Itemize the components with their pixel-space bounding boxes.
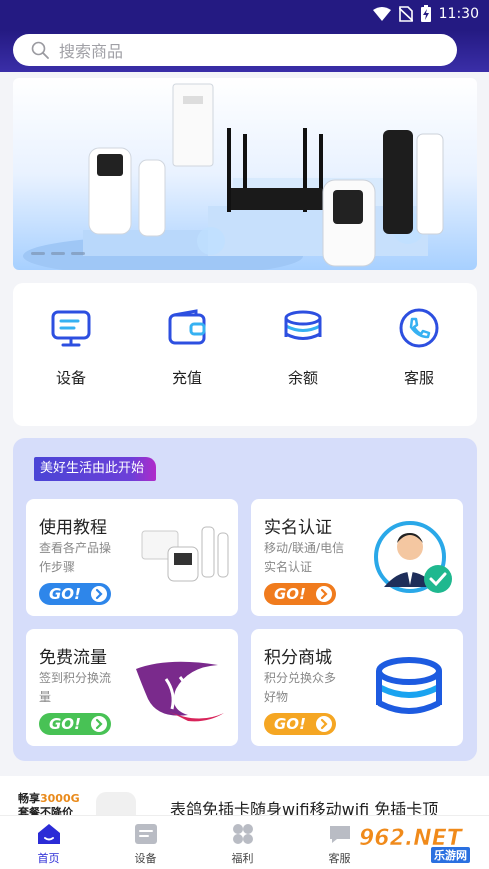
card-points-mall[interactable]: 积分商城 积分兑换众多好物 GO! (251, 629, 463, 746)
watermark-logo: 962.NET 乐游网 (357, 821, 487, 867)
battery-charging-icon (420, 5, 431, 22)
banner-carousel[interactable] (13, 78, 477, 270)
device-icon (134, 824, 157, 844)
tab-welfare[interactable]: 福利 (194, 822, 291, 866)
chevron-right-icon (316, 586, 332, 602)
home-icon (37, 824, 60, 844)
card-subtitle: 积分兑换众多好物 (264, 671, 337, 704)
signal-wings-icon (136, 661, 224, 722)
go-button[interactable]: GO! (264, 583, 336, 605)
quick-action-service[interactable]: 客服 (361, 307, 477, 388)
wallet-icon (168, 309, 206, 345)
carousel-dots (31, 252, 85, 255)
card-verification[interactable]: 实名认证 移动/联通/电信实名认证 GO! (251, 499, 463, 616)
tab-home[interactable]: 首页 (0, 822, 97, 866)
chat-icon (329, 826, 350, 843)
monitor-icon (51, 310, 91, 347)
tab-label: 福利 (231, 852, 254, 865)
search-placeholder: 搜索商品 (59, 42, 124, 61)
go-button[interactable]: GO! (264, 713, 336, 735)
chevron-right-icon (91, 586, 107, 602)
quick-action-label: 充值 (171, 369, 202, 387)
go-label: GO! (274, 585, 306, 603)
quick-action-label: 设备 (55, 369, 86, 387)
user-verified-icon (374, 521, 452, 593)
search-input[interactable]: 搜索商品 (13, 34, 457, 66)
go-label: GO! (49, 715, 81, 733)
quick-actions: 设备 充值 余额 客服 (13, 283, 477, 426)
card-title: 实名认证 (264, 518, 332, 538)
no-sim-icon (398, 5, 413, 22)
go-button[interactable]: GO! (39, 583, 111, 605)
tab-label: 设备 (134, 852, 157, 865)
quick-action-label: 客服 (403, 369, 434, 387)
status-bar: 11:30 (0, 0, 489, 30)
carousel-dot[interactable] (51, 252, 65, 255)
carousel-dot[interactable] (31, 252, 45, 255)
status-icons: 11:30 (372, 5, 479, 22)
quick-action-device[interactable]: 设备 (13, 307, 129, 388)
tab-label: 首页 (37, 852, 60, 865)
card-subtitle: 签到积分换流量 (39, 671, 112, 704)
card-title: 使用教程 (39, 518, 107, 538)
card-subtitle: 移动/联通/电信实名认证 (264, 541, 345, 574)
header: 搜索商品 (0, 30, 489, 72)
quick-action-balance[interactable]: 余额 (245, 307, 361, 388)
carousel-dot[interactable] (71, 252, 85, 255)
promo-section: 美好生活由此开始 使用教程 查看各产品操作步骤 GO! 实名认证 移动/联通/电… (13, 438, 477, 761)
badge-highlight: 3000G (40, 792, 80, 805)
card-tutorial[interactable]: 使用教程 查看各产品操作步骤 GO! (26, 499, 238, 616)
quick-action-recharge[interactable]: 充值 (129, 307, 245, 388)
card-subtitle: 查看各产品操作步骤 (39, 541, 112, 574)
chevron-right-icon (91, 716, 107, 732)
devices-illustration (141, 526, 229, 582)
status-time: 11:30 (438, 5, 479, 22)
wifi-icon (372, 6, 391, 21)
coins-stack-icon (284, 310, 322, 340)
search-icon (31, 41, 49, 59)
card-title: 积分商城 (264, 648, 332, 668)
go-label: GO! (274, 715, 306, 733)
quick-action-label: 余额 (287, 369, 318, 387)
grid-icon (232, 824, 253, 844)
badge-prefix: 畅享 (18, 792, 40, 805)
coins-stack-icon (376, 657, 442, 714)
chevron-right-icon (316, 716, 332, 732)
card-title: 免费流量 (39, 648, 107, 668)
watermark-text: 乐游网 (431, 847, 470, 863)
promo-tag: 美好生活由此开始 (34, 457, 157, 481)
go-label: GO! (49, 585, 81, 603)
card-free-data[interactable]: 免费流量 签到积分换流量 GO! (26, 629, 238, 746)
phone-icon (399, 308, 439, 348)
banner-image (23, 83, 444, 270)
go-button[interactable]: GO! (39, 713, 111, 735)
tab-device[interactable]: 设备 (97, 822, 194, 866)
